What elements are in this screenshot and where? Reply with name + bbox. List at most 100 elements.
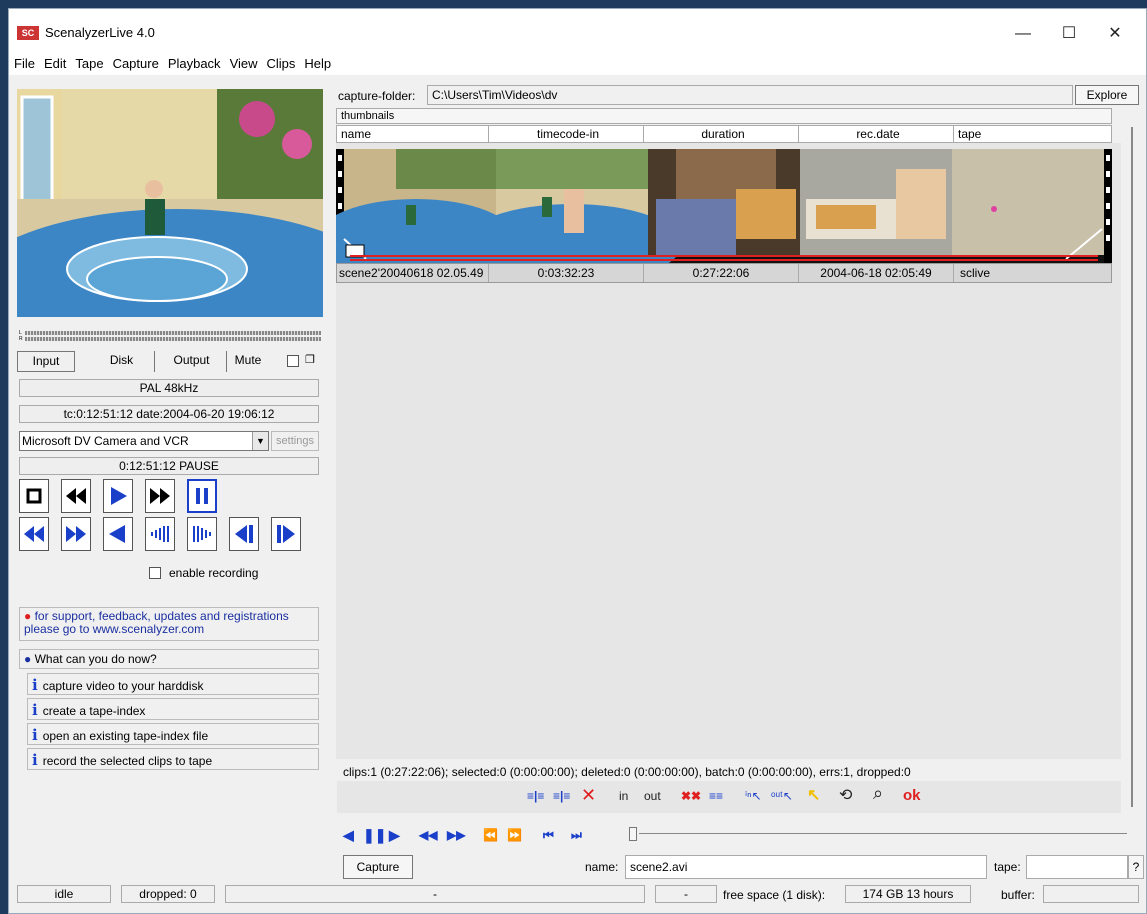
menu-capture[interactable]: Capture [108,53,163,71]
scrollbar-track[interactable] [1131,127,1133,807]
mute-checkbox[interactable] [287,355,299,367]
hint-create-tape-index[interactable]: i create a tape-index [27,698,319,720]
rewind-icon[interactable]: ⏪ [483,828,498,842]
fast-rewind-button[interactable] [19,517,49,551]
tape-label: tape: [994,860,1021,874]
support-text: for support, feedback, updates and regis… [24,609,289,636]
tape-input[interactable] [1026,855,1128,879]
step-forward-button[interactable] [187,517,217,551]
close-button[interactable]: ✕ [1092,19,1138,49]
play-icon [111,487,127,505]
name-input[interactable]: scene2.avi [625,855,987,879]
menu-edit[interactable]: Edit [39,53,70,71]
enable-recording-checkbox[interactable] [149,567,161,579]
ok-button[interactable]: ok [903,787,921,804]
clip-tape: sclive [960,266,991,280]
fast-forward-button[interactable] [145,479,175,513]
undo-icon[interactable]: ⟲ [839,785,852,805]
clip-filmstrip[interactable] [336,149,1112,267]
goto-in-icon[interactable]: ⁱⁿ↖ [745,789,762,803]
pause-icon[interactable]: ❚❚ [363,827,386,844]
capture-folder-field[interactable]: C:\Users\Tim\Videos\dv [427,85,1073,105]
col-name[interactable]: name [337,126,489,142]
goto-out-icon[interactable]: ᵒᵘᵗ↖ [771,789,793,803]
clip-list[interactable]: scene2'20040618 02.05.49 0:03:32:23 0:27… [336,143,1121,759]
fast-play-button[interactable] [61,517,91,551]
slider-thumb[interactable] [629,827,637,841]
clear-marks-icon[interactable]: ✖✖ [681,789,701,803]
search-icon[interactable]: ⌕ [873,783,883,804]
next-frame-icon[interactable]: ▶▶ [447,828,465,842]
name-label: name: [585,860,619,874]
pointer-icon[interactable]: ↖ [807,785,820,805]
minimize-button[interactable]: — [1000,19,1046,49]
chevron-down-icon[interactable]: ▼ [252,432,268,450]
hint-record-to-tape[interactable]: i record the selected clips to tape [27,748,319,770]
title-bar[interactable]: SC ScenalyzerLive 4.0 — ☐ ✕ [9,9,1146,53]
play-reverse-icon[interactable]: ◀ [343,827,354,844]
previous-frame-button[interactable] [229,517,259,551]
filmstrip-frames [336,149,1112,267]
hint-open-tape-index[interactable]: i open an existing tape-index file [27,723,319,745]
next-frame-button[interactable] [271,517,301,551]
capture-button[interactable]: Capture [343,855,413,879]
menu-clips[interactable]: Clips [262,53,300,71]
tab-disk[interactable]: Disk [89,351,155,372]
mark-list-icon[interactable]: ≡≡ [709,789,723,803]
stop-icon [26,488,42,504]
menu-playback[interactable]: Playback [163,53,225,71]
play-icon[interactable]: ▶ [389,827,400,844]
position-slider[interactable] [629,823,1129,843]
play-button[interactable] [103,479,133,513]
settings-button[interactable]: settings [271,431,319,451]
hint-label: capture video to your harddisk [42,679,204,693]
menu-help[interactable]: Help [299,53,335,71]
col-tape[interactable]: tape [954,126,1111,142]
rewind-button[interactable] [61,479,91,513]
tab-input[interactable]: Input [17,351,75,372]
col-rec-date[interactable]: rec.date [799,126,954,142]
col-duration[interactable]: duration [644,126,799,142]
column-headers: name timecode-in duration rec.date tape [336,125,1112,143]
step-back-button[interactable] [145,517,175,551]
tab-output[interactable]: Output [157,351,227,372]
buffer-meter [1043,885,1139,903]
menu-tape[interactable]: Tape [70,53,107,71]
maximize-button[interactable]: ☐ [1046,19,1092,49]
tab-thumbnails[interactable]: thumbnails [336,108,1112,124]
vu-left-bar [25,331,321,335]
split-clip-icon[interactable]: ≡|≡ [527,789,544,803]
join-clip-icon[interactable]: ≡|≡ [553,789,570,803]
reverse-play-button[interactable] [103,517,133,551]
delete-icon[interactable]: ✕ [581,785,596,806]
detach-window-icon[interactable]: ❐ [305,353,315,366]
col-timecode-in[interactable]: timecode-in [489,126,644,142]
hint-capture-video[interactable]: i capture video to your harddisk [27,673,319,695]
timeline-marker-line [350,255,1098,257]
skip-start-icon[interactable]: ⏮ [543,828,554,843]
slider-track[interactable] [639,833,1127,834]
set-in-button[interactable]: in [619,789,628,803]
skip-end-icon[interactable]: ⏭ [571,828,582,843]
clip-row[interactable]: scene2'20040618 02.05.49 0:03:32:23 0:27… [336,263,1112,283]
vertical-scrollbar[interactable] [1123,127,1141,807]
device-select[interactable]: Microsoft DV Camera and VCR ▼ [19,431,269,451]
support-link[interactable]: ● for support, feedback, updates and reg… [19,607,319,641]
menu-file[interactable]: File [9,53,39,71]
timecode-display: tc:0:12:51:12 date:2004-06-20 19:06:12 [19,405,319,423]
help-button[interactable]: ? [1128,855,1144,879]
clip-timecode-in: 0:03:32:23 [489,264,644,282]
audio-format-display: PAL 48kHz [19,379,319,397]
clip-duration: 0:27:22:06 [644,264,799,282]
what-now-label: What can you do now? [34,652,157,666]
audio-level-meter: L R [19,329,323,343]
set-out-button[interactable]: out [644,789,661,803]
pause-button[interactable] [187,479,217,513]
fast-forward-icon[interactable]: ⏩ [507,828,522,842]
previous-frame-icon[interactable]: ◀◀ [419,828,437,842]
mute-label: Mute [229,351,267,372]
stop-button[interactable] [19,479,49,513]
app-icon: SC [17,26,39,40]
menu-view[interactable]: View [225,53,262,71]
explore-button[interactable]: Explore [1075,85,1139,105]
